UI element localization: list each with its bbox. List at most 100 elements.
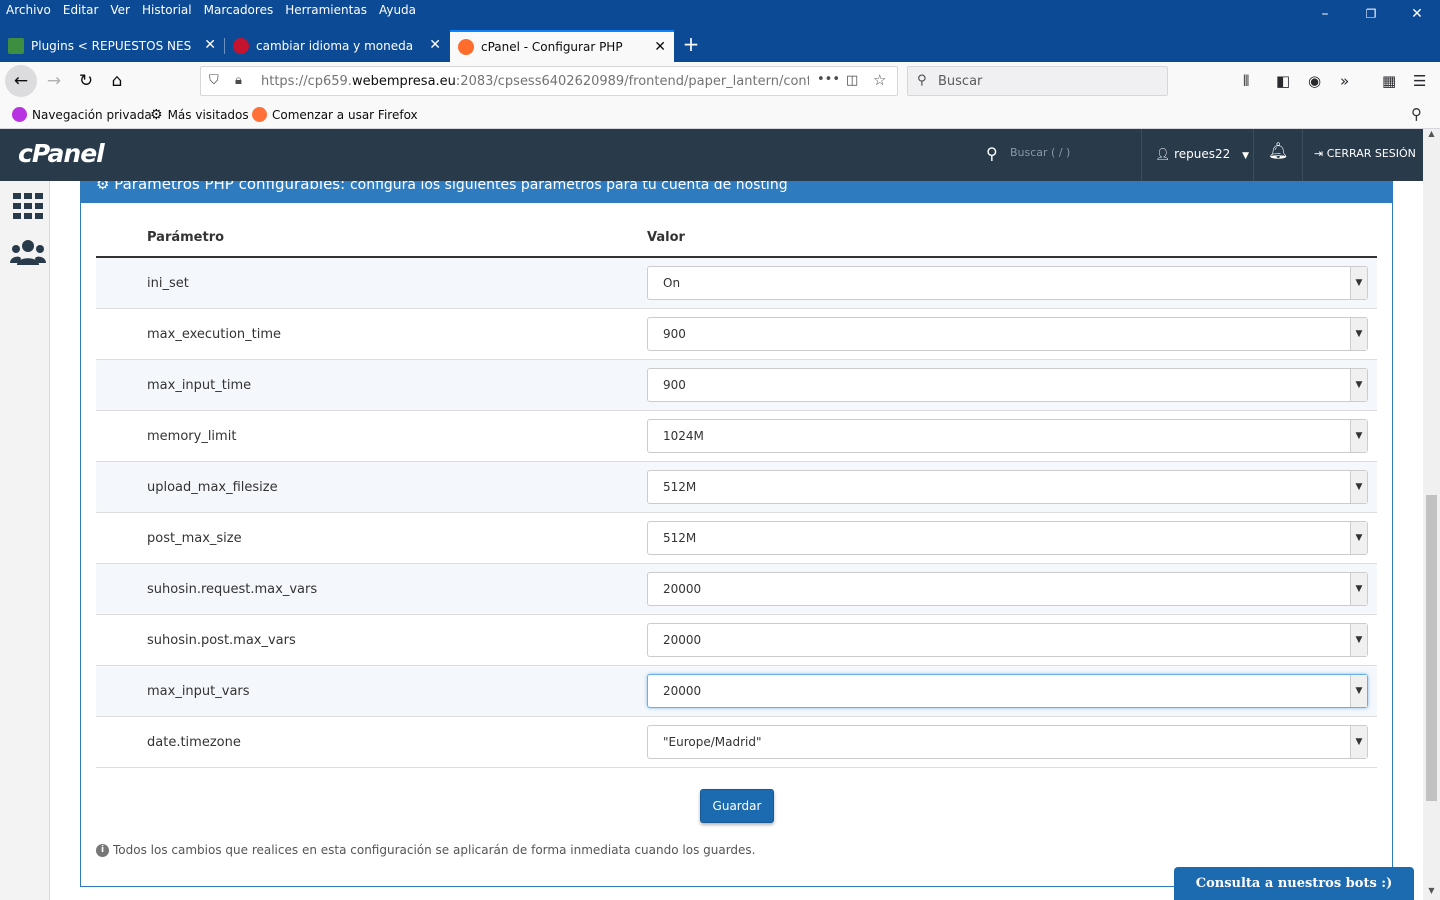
chevron-down-icon[interactable]: ▼ <box>1350 573 1367 605</box>
bookmark-private-browsing[interactable]: Navegación privada <box>12 107 152 122</box>
logout-button[interactable]: ⇥ CERRAR SESIÓN <box>1314 147 1416 160</box>
tab-plugins[interactable]: Plugins < REPUESTOS NESCAR ✕ <box>0 30 224 62</box>
pocket-icon[interactable]: ◫ <box>846 73 858 88</box>
private-browsing-icon <box>12 107 27 122</box>
parameter-value-select[interactable]: 20000 ▼ <box>647 674 1368 708</box>
column-header-value: Valor <box>647 230 685 245</box>
url-text[interactable]: https://cp659.webempresa.eu:2083/cpsess6… <box>261 74 809 89</box>
search-bar[interactable]: ⚲ Buscar <box>907 66 1168 96</box>
save-button[interactable]: Guardar <box>700 789 774 823</box>
cpanel-sidebar <box>0 181 50 900</box>
chevron-down-icon[interactable]: ▼ <box>1350 267 1367 299</box>
close-window-button[interactable]: ✕ <box>1394 3 1440 25</box>
menu-historial[interactable]: Historial <box>142 3 192 17</box>
tab-label: Plugins < REPUESTOS NESCAR <box>31 39 191 53</box>
php-config-panel: ⚙ Parámetros PHP configurables: configur… <box>80 181 1393 887</box>
chevron-down-icon[interactable]: ▼ <box>1350 726 1367 758</box>
menu-ver[interactable]: Ver <box>110 3 130 17</box>
tab-cambiar-idioma[interactable]: cambiar idioma y moneda – Pr ✕ <box>225 30 449 62</box>
cpanel-logo[interactable]: cPanel <box>18 139 105 168</box>
user-icon: 👤︎ <box>1155 147 1171 161</box>
info-icon: i <box>96 843 109 857</box>
search-icon[interactable]: ⚲ <box>1411 105 1422 123</box>
header-divider <box>1141 129 1142 181</box>
parameter-value-select[interactable]: 20000 ▼ <box>647 572 1368 606</box>
hamburger-menu-icon[interactable]: ☰ <box>1413 72 1426 90</box>
parameter-value-select[interactable]: On ▼ <box>647 266 1368 300</box>
bookmark-label: Navegación privada <box>32 107 152 122</box>
cpanel-search-input[interactable]: Buscar ( / ) <box>1010 146 1070 159</box>
chevron-down-icon[interactable]: ▼ <box>1350 318 1367 350</box>
users-icon[interactable] <box>10 239 46 267</box>
chevron-down-icon[interactable]: ▼ <box>1350 624 1367 656</box>
selected-value: 900 <box>663 327 686 341</box>
forward-arrow-icon[interactable]: → <box>40 67 68 95</box>
parameter-value-select[interactable]: 900 ▼ <box>647 317 1368 351</box>
page-scrollbar[interactable]: ▲ ▼ <box>1423 129 1440 900</box>
close-tab-icon[interactable]: ✕ <box>204 38 216 52</box>
overflow-chevron-icon[interactable]: » <box>1340 72 1349 90</box>
bookmark-star-icon[interactable]: ☆ <box>873 71 886 89</box>
parameter-value-select[interactable]: 20000 ▼ <box>647 623 1368 657</box>
search-icon[interactable]: ⚲ <box>986 144 998 163</box>
cpanel-favicon-icon <box>458 39 474 55</box>
restore-button[interactable]: ❐ <box>1348 3 1394 25</box>
menu-editar[interactable]: Editar <box>63 3 99 17</box>
sidebar-toggle-icon[interactable]: ◧ <box>1276 72 1290 90</box>
grid-icon[interactable] <box>13 193 43 219</box>
close-tab-icon[interactable]: ✕ <box>429 38 441 52</box>
page-actions-icon[interactable]: ••• <box>817 72 840 87</box>
menu-ayuda[interactable]: Ayuda <box>379 3 416 17</box>
menu-archivo[interactable]: Archivo <box>6 3 51 17</box>
bell-icon[interactable]: 🔔︎ <box>1268 141 1288 160</box>
chat-bot-widget[interactable]: Consulta a nuestros bots :) <box>1174 867 1414 900</box>
selected-value: 900 <box>663 378 686 392</box>
selected-value: 20000 <box>663 582 702 596</box>
chevron-down-icon[interactable]: ▼ <box>1350 522 1367 554</box>
cpanel-header: cPanel ⚲ Buscar ( / ) 👤︎ repues22 ▼ 🔔︎ ⇥… <box>0 129 1423 181</box>
tab-cpanel[interactable]: cPanel - Configurar PHP ✕ <box>450 30 674 62</box>
firefox-icon <box>252 107 267 122</box>
bookmark-label: Comenzar a usar Firefox <box>272 107 418 122</box>
parameter-value-select[interactable]: 512M ▼ <box>647 470 1368 504</box>
bookmark-get-started[interactable]: Comenzar a usar Firefox <box>252 107 418 122</box>
menu-marcadores[interactable]: Marcadores <box>204 3 274 17</box>
extensions-icon[interactable]: ▦ <box>1382 72 1396 90</box>
reload-icon[interactable]: ↻ <box>72 67 100 95</box>
chevron-down-icon[interactable]: ▼ <box>1350 369 1367 401</box>
new-tab-icon[interactable]: + <box>680 33 702 55</box>
scroll-up-icon[interactable]: ▲ <box>1423 129 1440 143</box>
account-icon[interactable]: ◉ <box>1308 72 1321 90</box>
home-icon[interactable]: ⌂ <box>103 67 131 95</box>
scroll-down-icon[interactable]: ▼ <box>1423 886 1440 900</box>
bookmarks-toolbar: Navegación privada ⚙ Más visitados Comen… <box>0 100 1440 129</box>
selected-value: 1024M <box>663 429 704 443</box>
selected-value: 20000 <box>663 633 702 647</box>
close-tab-icon[interactable]: ✕ <box>654 40 666 54</box>
menu-bar: Archivo Editar Ver Historial Marcadores … <box>0 0 1440 30</box>
lock-icon[interactable]: 🔒︎ <box>235 73 242 88</box>
menu-herramientas[interactable]: Herramientas <box>285 3 367 17</box>
minimize-button[interactable]: – <box>1302 3 1348 25</box>
table-row: memory_limit 1024M ▼ <box>96 411 1377 462</box>
tab-label: cambiar idioma y moneda – Pr <box>256 39 417 53</box>
panel-title: Parámetros PHP configurables: <box>114 181 346 193</box>
scroll-thumb[interactable] <box>1426 495 1437 801</box>
bookmark-most-visited[interactable]: ⚙ Más visitados <box>150 107 249 123</box>
parameter-value-select[interactable]: "Europe/Madrid" ▼ <box>647 725 1368 759</box>
back-arrow-icon[interactable]: ← <box>5 65 37 97</box>
table-row: max_input_time 900 ▼ <box>96 360 1377 411</box>
url-bar[interactable]: ⛉ 🔒︎ https://cp659.webempresa.eu:2083/cp… <box>200 66 898 96</box>
chevron-down-icon[interactable]: ▼ <box>1350 675 1367 707</box>
chevron-down-icon[interactable]: ▼ <box>1350 420 1367 452</box>
header-divider <box>1253 129 1254 181</box>
table-row: max_execution_time 900 ▼ <box>96 309 1377 360</box>
site-favicon-icon <box>8 38 24 54</box>
chevron-down-icon[interactable]: ▼ <box>1350 471 1367 503</box>
tracking-shield-icon[interactable]: ⛉ <box>209 73 219 88</box>
user-menu[interactable]: 👤︎ repues22 ▼ <box>1155 147 1249 161</box>
parameter-value-select[interactable]: 900 ▼ <box>647 368 1368 402</box>
parameter-value-select[interactable]: 512M ▼ <box>647 521 1368 555</box>
parameter-value-select[interactable]: 1024M ▼ <box>647 419 1368 453</box>
library-icon[interactable]: ⫴ <box>1243 72 1249 90</box>
